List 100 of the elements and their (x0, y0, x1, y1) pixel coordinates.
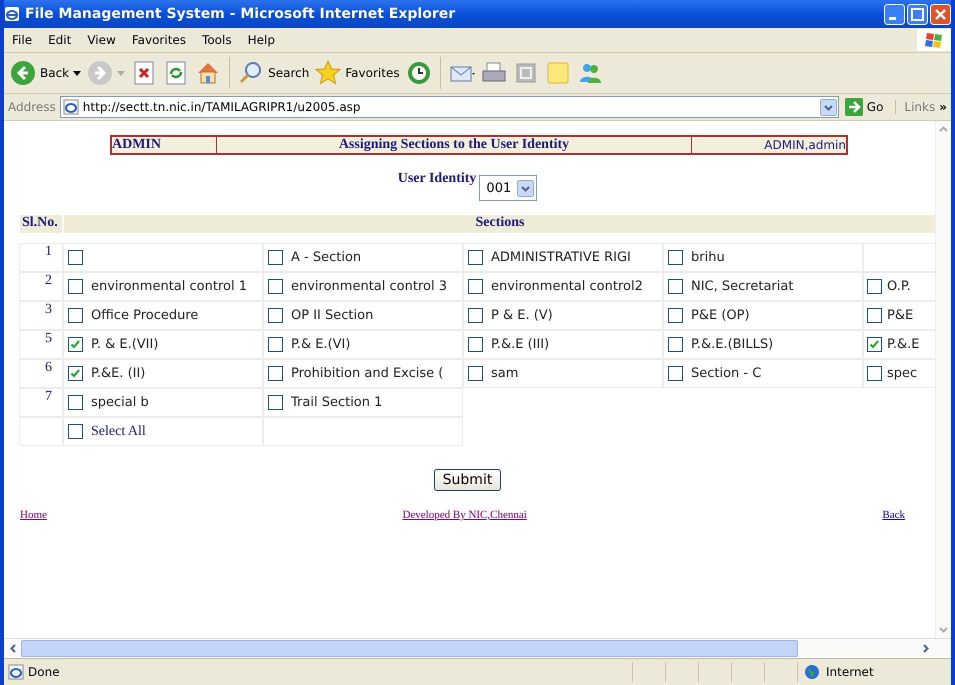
row-number: 2 (20, 273, 62, 300)
checkbox[interactable] (268, 308, 283, 323)
checkbox[interactable] (268, 250, 283, 265)
checkbox[interactable] (68, 308, 83, 323)
checkbox[interactable] (68, 395, 83, 410)
browser-icon (4, 6, 20, 22)
section-label: P&E (887, 308, 914, 323)
globe-icon (804, 664, 820, 680)
checkbox[interactable] (68, 337, 83, 352)
more-icon[interactable]: » (939, 100, 947, 114)
checkbox[interactable] (468, 279, 483, 294)
search-button[interactable]: Search (238, 60, 310, 86)
checkbox[interactable] (68, 250, 83, 265)
field-label: User Identity (398, 171, 476, 187)
page-icon (8, 664, 24, 680)
checkbox[interactable] (867, 337, 882, 352)
address-label: Address (8, 100, 56, 114)
home-link[interactable]: Home (20, 509, 47, 521)
select-all-label[interactable]: Select All (91, 424, 146, 440)
section-label: O.P. (887, 279, 911, 294)
section-label: environmental control 1 (91, 279, 247, 294)
page-icon (62, 99, 79, 115)
checkbox[interactable] (68, 424, 83, 439)
checkbox[interactable] (668, 308, 683, 323)
star-icon (315, 60, 342, 86)
minimize-button[interactable] (884, 4, 905, 24)
user-name: ADMIN,admin (763, 137, 846, 153)
checkbox[interactable] (268, 337, 283, 352)
menu-item[interactable]: File (4, 33, 40, 47)
credit-link[interactable]: Developed By NIC,Chennai (402, 509, 527, 521)
scroll-thumb[interactable] (21, 640, 798, 657)
checkbox[interactable] (668, 337, 683, 352)
section-label: Office Procedure (91, 308, 198, 323)
menu-item[interactable]: Edit (40, 33, 80, 47)
arrow-icon (844, 98, 863, 116)
section-label: Section - C (691, 366, 762, 381)
caret-icon[interactable] (73, 70, 82, 76)
page-heading: Assigning Sections to the User Identity (217, 137, 692, 153)
links-label[interactable]: Links (895, 100, 936, 114)
user-identity-select[interactable]: 001 (479, 175, 538, 201)
checkbox[interactable] (867, 308, 882, 323)
column-header: Sections (64, 215, 935, 233)
checkbox[interactable] (468, 250, 483, 265)
checkbox[interactable] (268, 395, 283, 410)
checkbox[interactable] (867, 366, 882, 381)
windows-logo-icon (917, 29, 951, 51)
horizontal-scrollbar[interactable] (4, 638, 951, 658)
section-label: spec (887, 366, 918, 381)
zone-label: Internet (826, 665, 874, 679)
section-label: NIC, Secretariat (691, 279, 794, 294)
status-text: Done (28, 665, 61, 679)
row-number: 1 (20, 244, 62, 271)
checkbox[interactable] (468, 308, 483, 323)
section-label: P.&.E (III) (491, 337, 550, 352)
row-number: 5 (20, 331, 62, 358)
section-label: sam (491, 366, 518, 381)
close-button[interactable] (930, 4, 951, 24)
checkbox[interactable] (468, 366, 483, 381)
section-label: Prohibition and Excise ( (291, 366, 444, 381)
submit-button[interactable]: Submit (434, 469, 502, 491)
section-label: P.&.E (887, 337, 920, 352)
maximize-button[interactable] (907, 4, 928, 24)
section-label: environmental control 3 (291, 279, 447, 294)
section-label: ADMINISTRATIVE RIGI (491, 250, 631, 265)
row-number: 3 (20, 302, 62, 329)
section-label: P.& E.(VI) (291, 337, 350, 352)
go-button[interactable]: Go (842, 98, 892, 116)
favorites-button[interactable]: Favorites (315, 60, 400, 86)
section-label: environmental control2 (491, 279, 643, 294)
address-field[interactable]: http://sectt.tn.nic.in/TAMILAGRIPR1/u2005.asp (60, 96, 839, 118)
checkbox[interactable] (668, 279, 683, 294)
back-link[interactable]: Back (882, 509, 905, 521)
header-cell: ADMIN (112, 137, 217, 153)
menu-item[interactable]: Favorites (124, 33, 194, 47)
clock-icon[interactable] (406, 60, 432, 86)
window-title: File Management System - Microsoft Internet Explorer (25, 6, 456, 22)
section-label: A - Section (291, 250, 362, 265)
section-label: P&E (OP) (691, 308, 750, 323)
menu-item[interactable]: Help (240, 33, 283, 47)
row-number: 7 (20, 389, 62, 416)
section-label: brihu (691, 250, 725, 265)
checkbox[interactable] (668, 366, 683, 381)
section-label: special b (91, 395, 149, 410)
checkbox[interactable] (468, 337, 483, 352)
checkbox[interactable] (668, 250, 683, 265)
section-label: P & E. (V) (491, 308, 553, 323)
checkbox[interactable] (268, 366, 283, 381)
checkbox[interactable] (867, 279, 882, 294)
section-label: P.&E. (II) (91, 366, 146, 381)
menu-item[interactable]: View (79, 33, 124, 47)
checkbox[interactable] (68, 279, 83, 294)
section-label: OP II Section (291, 308, 374, 323)
column-header: Sl.No. (20, 215, 62, 233)
checkbox[interactable] (268, 279, 283, 294)
menu-item[interactable]: Tools (194, 33, 240, 47)
checkbox[interactable] (68, 366, 83, 381)
section-label: Trail Section 1 (291, 395, 382, 410)
back-button[interactable]: Back (10, 60, 70, 86)
row-number: 6 (20, 360, 62, 387)
section-label: P. & E.(VII) (91, 337, 158, 352)
